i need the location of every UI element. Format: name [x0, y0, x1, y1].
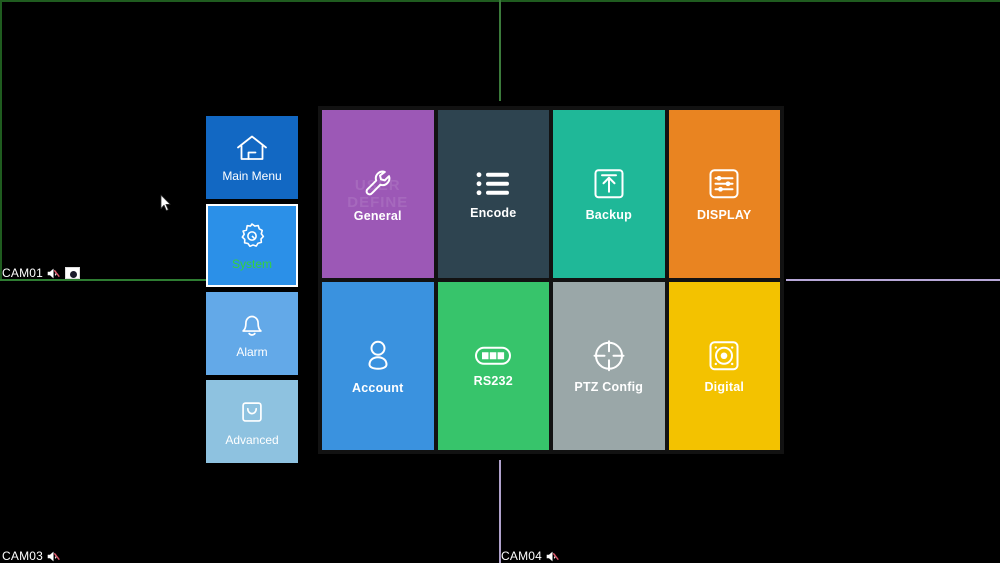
tile-label: DISPLAY	[697, 207, 752, 222]
camera-name-text: CAM04	[501, 549, 543, 563]
list-icon	[475, 169, 511, 199]
wrench-icon	[360, 166, 396, 202]
camera-label-cam01: CAM01	[2, 266, 81, 280]
tile-label: Backup	[585, 207, 632, 222]
user-icon	[362, 338, 394, 374]
dvr-live-view-screen: CAM01 CAM03 CAM04 Main Menu System Alarm…	[0, 0, 1000, 563]
mouse-cursor	[160, 194, 172, 212]
channel-divider-horizontal-right	[786, 279, 1000, 281]
basket-icon	[237, 397, 267, 427]
camera-label-cam04: CAM04	[501, 549, 560, 563]
tile-display[interactable]: DISPLAY	[668, 110, 780, 278]
mute-speaker-icon	[546, 550, 560, 563]
category-advanced[interactable]: Advanced	[206, 380, 298, 463]
category-main-menu[interactable]: Main Menu	[206, 116, 298, 199]
tile-label: General	[353, 208, 402, 223]
camera-name-text: CAM03	[2, 549, 44, 563]
crosshair-icon	[592, 339, 626, 373]
tile-rs232[interactable]: RS232	[437, 282, 549, 450]
category-label: Alarm	[236, 345, 268, 359]
tile-backup[interactable]: Backup	[553, 110, 665, 278]
home-icon	[235, 133, 269, 163]
main-menu-category-list: Main Menu System Alarm Advanced	[206, 116, 298, 463]
channel-divider-vertical-top	[499, 0, 501, 101]
tile-label: Encode	[470, 205, 517, 220]
tile-general[interactable]: USER DEFINE General	[322, 110, 434, 278]
bell-icon	[237, 309, 267, 339]
camera-label-cam03: CAM03	[2, 549, 61, 563]
rs232-icon	[474, 345, 512, 367]
tile-account[interactable]: Account	[322, 282, 434, 450]
channel-divider-left	[0, 0, 2, 281]
lens-icon	[707, 339, 741, 373]
gear-icon	[237, 221, 267, 251]
mute-speaker-icon	[47, 550, 61, 563]
sliders-icon	[707, 167, 741, 201]
category-alarm[interactable]: Alarm	[206, 292, 298, 375]
category-label: System	[231, 257, 272, 271]
channel-divider-vertical-bottom	[499, 460, 501, 563]
tile-ptz-config[interactable]: PTZ Config	[553, 282, 665, 450]
tile-digital[interactable]: Digital	[668, 282, 780, 450]
tile-label: Digital	[704, 379, 745, 394]
camera-name-text: CAM01	[2, 266, 44, 280]
category-system[interactable]: System	[206, 204, 298, 287]
tile-encode[interactable]: Encode	[437, 110, 549, 278]
category-label: Advanced	[225, 433, 279, 447]
recording-icon	[65, 267, 81, 279]
upload-box-icon	[592, 167, 626, 201]
mute-speaker-icon	[47, 267, 61, 280]
tile-label: RS232	[473, 373, 513, 388]
category-label: Main Menu	[222, 169, 282, 183]
tile-label: Account	[352, 380, 404, 395]
tile-label: PTZ Config	[574, 379, 644, 394]
system-settings-tile-panel: USER DEFINE General Encode Backup DISPLA…	[318, 106, 784, 454]
